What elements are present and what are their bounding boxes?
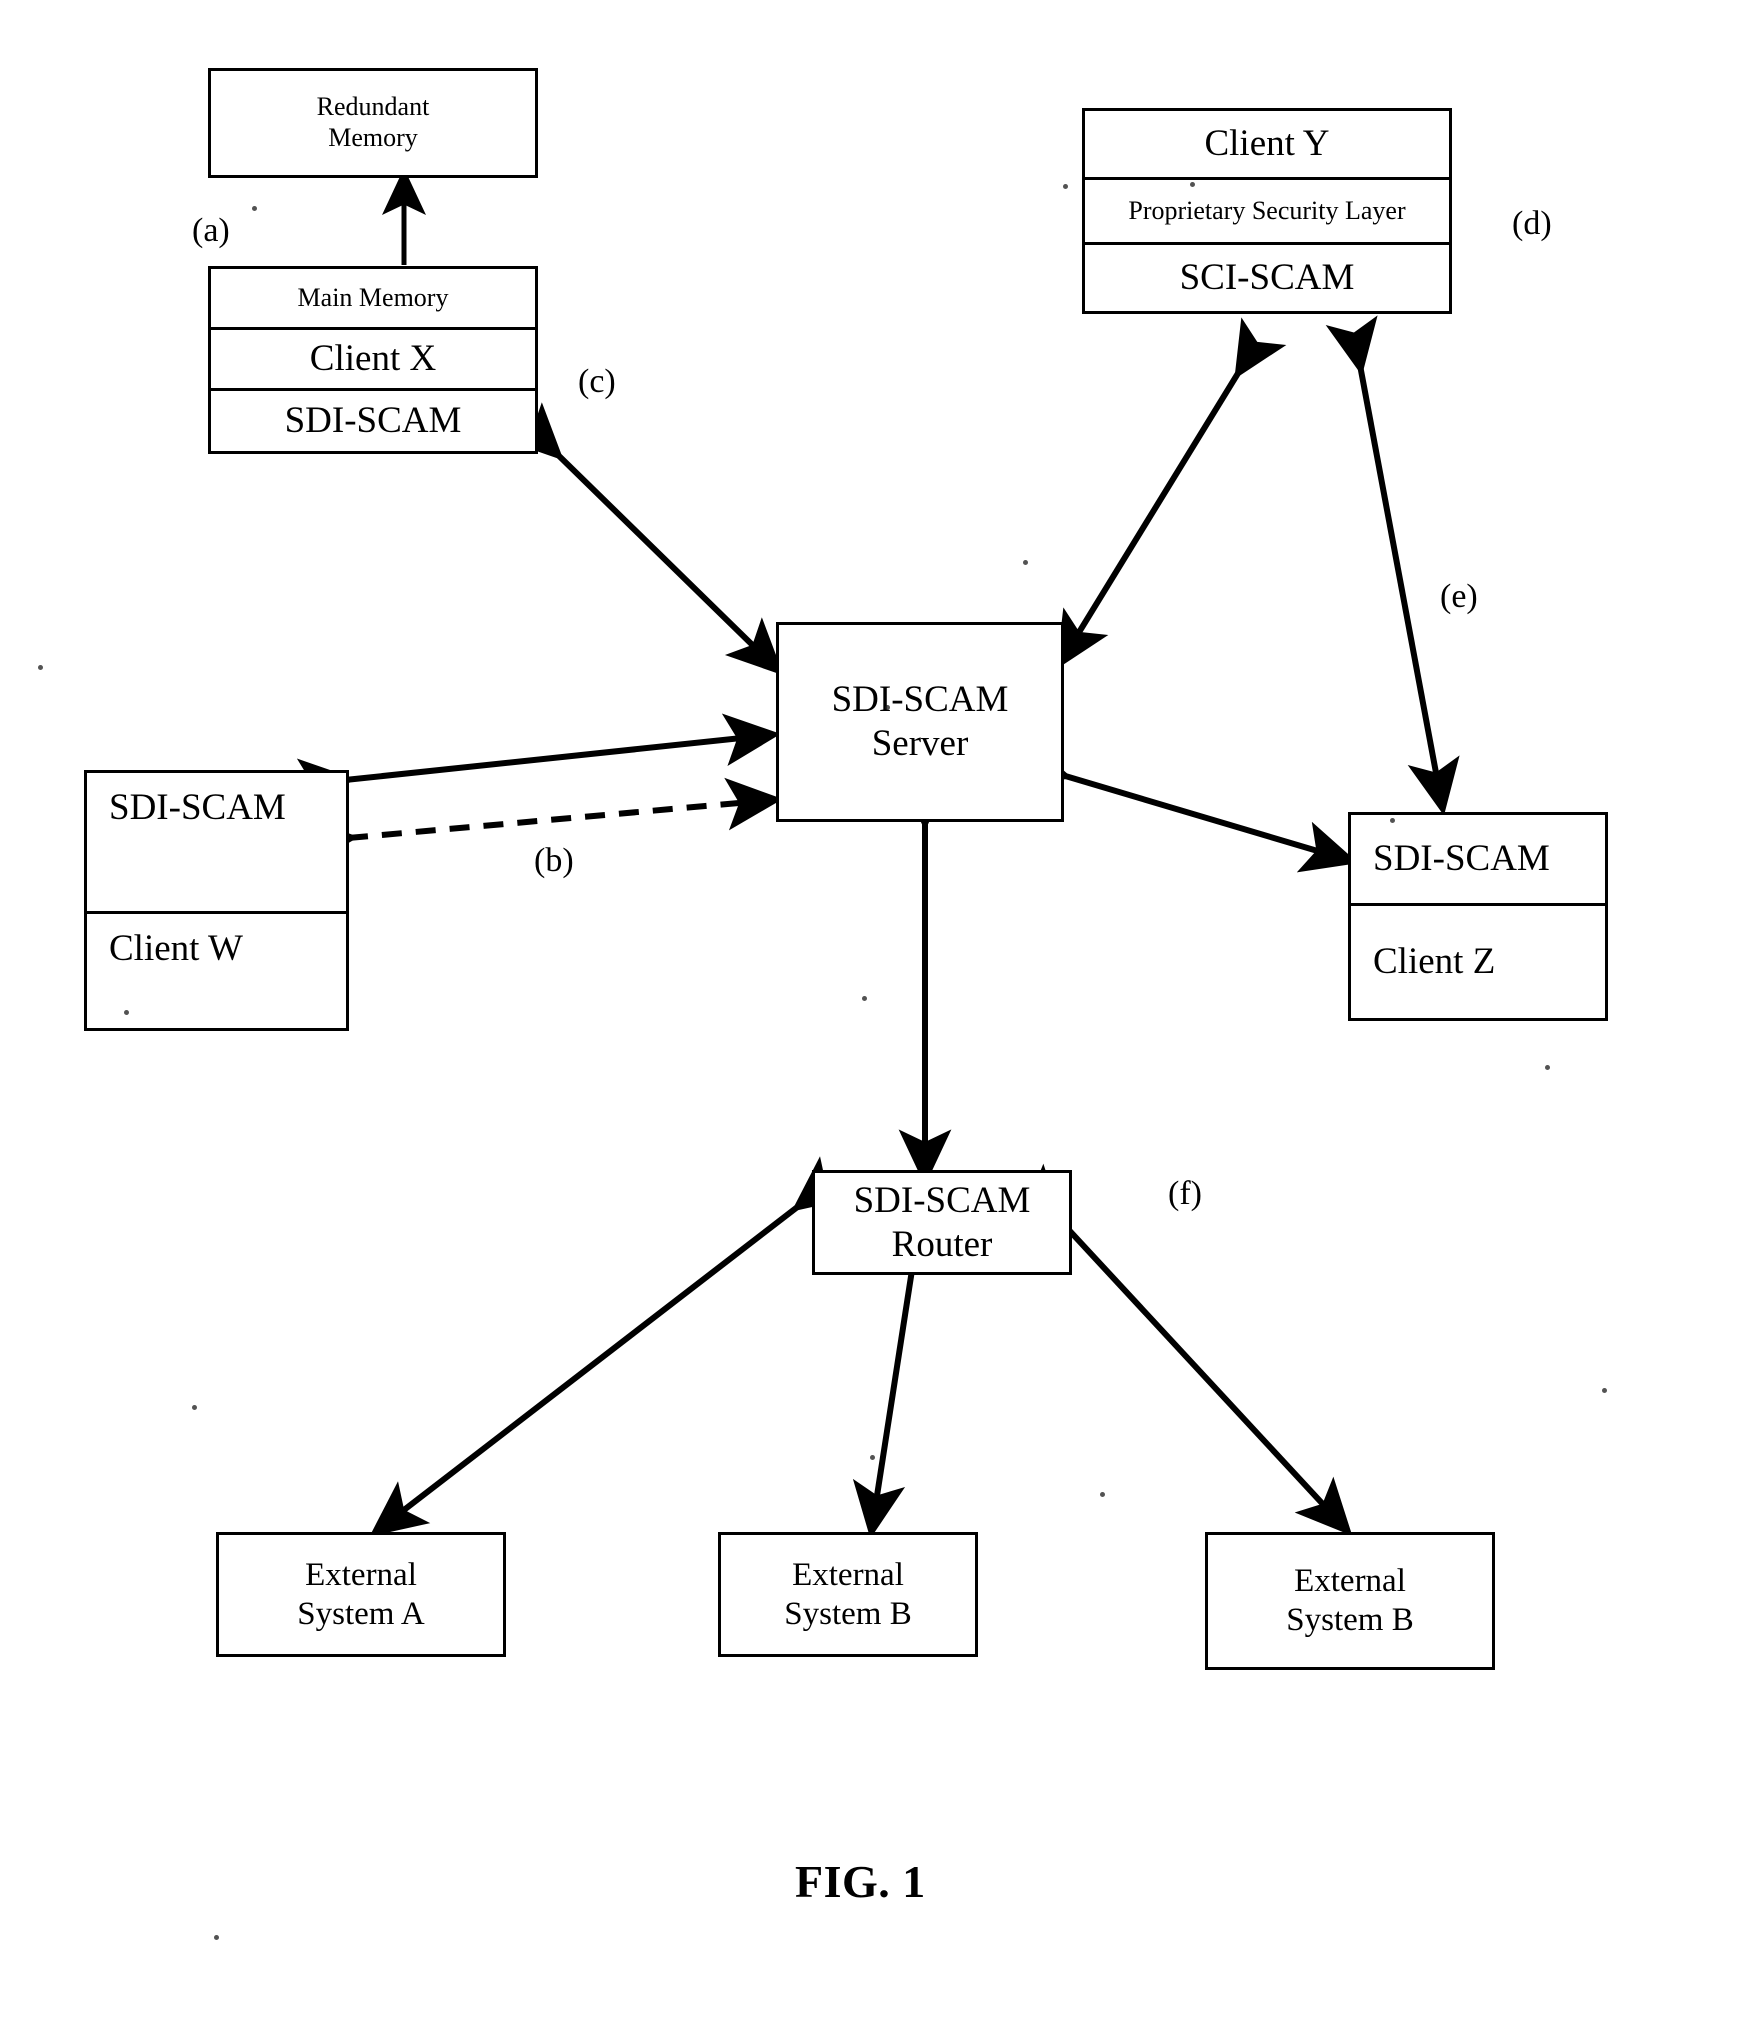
- scan-speck: [1602, 1388, 1607, 1393]
- node-client-z-agent: SDI-SCAM: [1348, 812, 1608, 906]
- node-client-y: Client Y: [1082, 108, 1452, 180]
- callout-a: (a): [192, 212, 230, 249]
- node-main-memory: Main Memory: [208, 266, 538, 330]
- arrow-clientx-server: [504, 402, 784, 676]
- scan-speck: [1545, 1065, 1550, 1070]
- scan-speck: [1063, 184, 1068, 189]
- callout-b: (b): [534, 842, 574, 879]
- node-client-y-agent: SCI-SCAM: [1082, 242, 1452, 314]
- external-b2-line1: External: [1294, 1563, 1406, 1600]
- router-line2: Router: [891, 1223, 993, 1265]
- callout-e: (e): [1440, 578, 1478, 615]
- arrow-clientw-server-solid: [296, 713, 781, 812]
- scan-speck: [1100, 1492, 1105, 1497]
- external-b1-line1: External: [792, 1556, 904, 1593]
- arrow-clientw-server-dashed: [300, 777, 783, 869]
- main-memory-label: Main Memory: [297, 282, 449, 312]
- redundant-memory-line2: Memory: [328, 123, 418, 152]
- scan-speck: [252, 206, 257, 211]
- callout-f: (f): [1168, 1175, 1202, 1212]
- arrow-router-external-b1: [852, 1220, 946, 1539]
- scan-speck: [38, 665, 43, 670]
- client-y-label: Client Y: [1204, 123, 1330, 165]
- scan-speck: [214, 1935, 219, 1940]
- client-y-security-label: Proprietary Security Layer: [1128, 195, 1406, 225]
- node-client-x: Client X: [208, 327, 538, 391]
- redundant-memory-line1: Redundant: [316, 92, 430, 122]
- client-z-label: Client Z: [1373, 940, 1496, 982]
- scan-speck: [1190, 182, 1195, 187]
- node-sdi-scam-server: SDI-SCAM Server: [776, 622, 1064, 822]
- callout-d: (d): [1512, 205, 1552, 242]
- arrow-clienty-server: [1056, 317, 1287, 670]
- arrow-router-external-a: [369, 1156, 853, 1537]
- patent-figure-page: Redundant Memory Main Memory Client X SD…: [0, 0, 1764, 2044]
- scan-speck: [124, 1010, 129, 1015]
- scan-speck: [1390, 818, 1395, 823]
- client-w-agent-label: SDI-SCAM: [109, 787, 286, 828]
- node-client-x-agent: SDI-SCAM: [208, 388, 538, 454]
- node-redundant-memory: Redundant Memory: [208, 68, 538, 178]
- node-client-y-security-layer: Proprietary Security Layer: [1082, 177, 1452, 245]
- scan-speck: [870, 1455, 875, 1460]
- external-b2-line2: System B: [1286, 1602, 1414, 1638]
- external-a-line2: System A: [297, 1595, 425, 1632]
- server-line1: SDI-SCAM: [831, 679, 1009, 721]
- client-w-label: Client W: [109, 928, 243, 969]
- arrow-router-external-b2: [1004, 1163, 1353, 1536]
- node-external-system-b2: External System B: [1205, 1532, 1495, 1670]
- server-line2: Server: [871, 723, 969, 764]
- client-x-label: Client X: [309, 338, 437, 380]
- scan-speck: [862, 996, 867, 1001]
- arrow-clienty-clientz: [1325, 315, 1460, 816]
- external-a-line1: External: [305, 1556, 417, 1593]
- node-client-w-agent: SDI-SCAM: [84, 770, 349, 914]
- client-y-agent-label: SCI-SCAM: [1179, 257, 1355, 299]
- router-line1: SDI-SCAM: [853, 1179, 1031, 1221]
- scan-speck: [192, 1405, 197, 1410]
- node-external-system-a: External System A: [216, 1532, 506, 1657]
- client-z-agent-label: SDI-SCAM: [1373, 837, 1550, 879]
- scan-speck: [885, 705, 890, 710]
- external-b1-line2: System B: [784, 1595, 912, 1632]
- arrow-server-clientz: [1010, 736, 1359, 873]
- callout-c: (c): [578, 363, 616, 400]
- client-x-agent-label: SDI-SCAM: [284, 400, 462, 442]
- node-client-z: Client Z: [1348, 903, 1608, 1021]
- scan-speck: [1023, 560, 1028, 565]
- figure-caption: FIG. 1: [795, 1856, 926, 1907]
- node-external-system-b1: External System B: [718, 1532, 978, 1657]
- node-sdi-scam-router: SDI-SCAM Router: [812, 1170, 1072, 1275]
